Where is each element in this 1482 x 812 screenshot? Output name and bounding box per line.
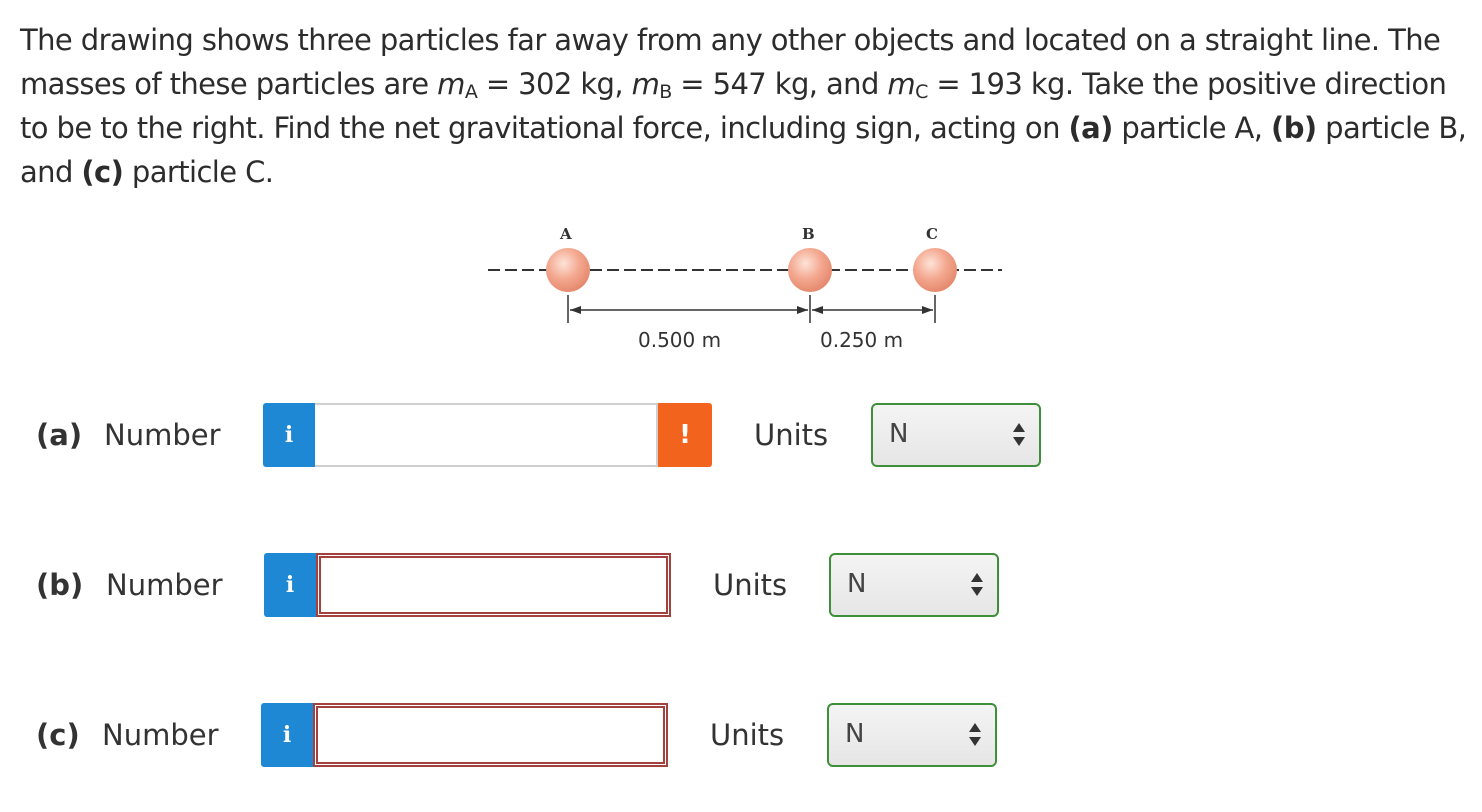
units-select-c[interactable]: N: [827, 703, 997, 767]
part-label-b: (b): [36, 568, 84, 602]
mass-value-a: = 302 kg,: [477, 67, 632, 101]
answer-row-b: (b) Number i Units N: [0, 553, 1100, 619]
mass-symbol-b: m: [631, 67, 660, 101]
part-b-marker: (b): [1271, 111, 1317, 145]
info-icon[interactable]: i: [264, 553, 316, 617]
units-select-b[interactable]: N: [829, 553, 999, 617]
units-label-c: Units: [710, 718, 785, 752]
dimension-ab-arrow-left: [570, 306, 581, 314]
number-input-b[interactable]: [316, 553, 671, 617]
mass-value-b: = 547 kg, and: [671, 67, 888, 101]
mass-subscript-b: B: [659, 81, 672, 103]
units-value-b: N: [847, 569, 867, 599]
label-b: B: [802, 225, 815, 243]
number-input-a[interactable]: [315, 403, 658, 467]
number-label-c: Number: [102, 718, 219, 752]
part-a-marker: (a): [1068, 111, 1113, 145]
answer-row-c: (c) Number i Units N: [0, 703, 1100, 769]
units-value-a: N: [889, 419, 909, 449]
units-value-c: N: [845, 719, 865, 749]
label-a: A: [560, 225, 572, 243]
part-a-text: particle A,: [1112, 111, 1272, 145]
particle-b: [788, 248, 832, 292]
dimension-ab-arrow-right: [797, 306, 808, 314]
mass-subscript-c: C: [915, 81, 928, 103]
dimension-bc-arrow-left: [812, 306, 823, 314]
number-label-a: Number: [104, 418, 221, 452]
part-c-text: particle C.: [123, 155, 274, 189]
dimension-bc-arrow-right: [922, 306, 933, 314]
select-arrows-icon: [971, 573, 983, 599]
info-icon[interactable]: i: [263, 403, 315, 467]
mass-subscript-a: A: [464, 81, 478, 103]
select-arrows-icon: [969, 723, 981, 749]
units-label-a: Units: [754, 418, 829, 452]
number-input-c[interactable]: [313, 703, 668, 767]
part-c-marker: (c): [81, 155, 124, 189]
label-c: C: [926, 225, 938, 243]
mass-symbol-c: m: [887, 67, 916, 101]
select-arrows-icon: [1013, 423, 1025, 449]
particles-figure: A B C 0.500 m 0.250 m: [480, 215, 1010, 365]
part-label-a: (a): [36, 418, 83, 452]
question-text: The drawing shows three particles far aw…: [20, 18, 1470, 194]
part-label-c: (c): [36, 718, 80, 752]
particle-a: [546, 248, 590, 292]
answer-row-a: (a) Number i ! Units N: [0, 403, 1100, 469]
distance-ab-label: 0.500 m: [638, 328, 722, 352]
alert-icon[interactable]: !: [658, 403, 712, 467]
number-label-b: Number: [106, 568, 223, 602]
units-select-a[interactable]: N: [871, 403, 1041, 467]
distance-bc-label: 0.250 m: [820, 328, 904, 352]
units-label-b: Units: [713, 568, 788, 602]
info-icon[interactable]: i: [261, 703, 313, 767]
particle-c: [913, 248, 957, 292]
mass-symbol-a: m: [437, 67, 465, 101]
